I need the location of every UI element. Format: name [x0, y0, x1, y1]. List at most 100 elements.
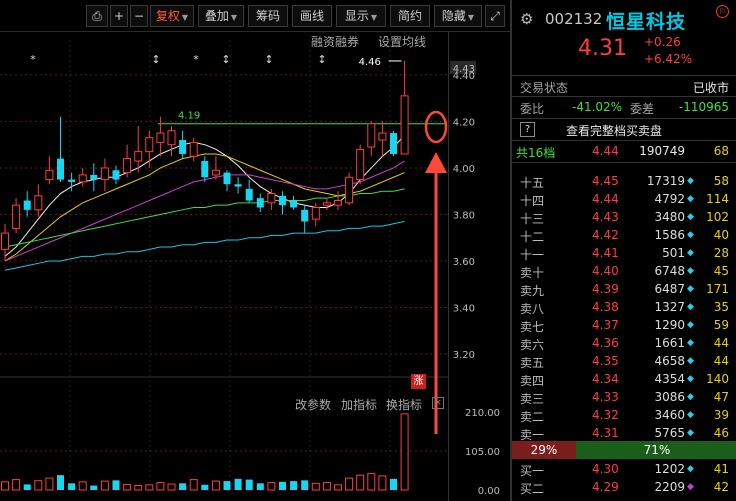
sell-level-row[interactable]: 十三 4.43 3480 ◆ 102: [512, 208, 736, 226]
overlay-dropdown[interactable]: 叠加 ▼: [198, 5, 244, 27]
level-price: 4.41: [592, 246, 619, 260]
view-full-book-row[interactable]: ? 查看完整档买卖盘: [512, 119, 736, 141]
chevron-down-icon: ▼: [230, 13, 238, 22]
volume-bar: [345, 477, 354, 491]
level-volume: 501: [662, 246, 685, 260]
sell-level-row[interactable]: 卖九 4.39 6487 ◆ 171: [512, 280, 736, 298]
settings-icon[interactable]: ⚙: [520, 10, 533, 28]
hide-dropdown[interactable]: 隐藏 ▼: [434, 5, 482, 27]
limit-up-tag: 涨: [411, 374, 426, 389]
high-price-marker: 4.46: [359, 57, 381, 68]
volume-bar: [279, 481, 286, 490]
volume-bar: [68, 483, 76, 490]
candle-body: [367, 123, 376, 148]
margin-link[interactable]: 融资融券: [311, 33, 359, 50]
hide-label: 隐藏: [441, 9, 466, 23]
sell-level-row[interactable]: 卖二 4.32 3460 ◆ 39: [512, 406, 736, 424]
level-label: 买一: [520, 464, 545, 478]
current-price: 4.31: [578, 36, 627, 61]
sell-level-row[interactable]: 十二 4.42 1586 ◆ 40: [512, 226, 736, 244]
kline-chart-svg: 4.194.46* ↕ * ↕ ↕ ↕4.434.404.204.003.803.603.…: [0, 40, 500, 497]
add-indicator-link[interactable]: 加指标: [341, 396, 377, 413]
level-count: 44: [713, 354, 729, 368]
trade-status-label: 交易状态: [520, 81, 569, 95]
draw-label: 画线: [299, 9, 324, 23]
level-label: 十四: [520, 194, 545, 208]
candle-body: [1, 232, 9, 250]
level-label: 十一: [520, 248, 545, 262]
candle-body: [256, 198, 264, 208]
sell-level-row[interactable]: 卖六 4.36 1661 ◆ 44: [512, 334, 736, 352]
reference-line-label: 4.19: [178, 111, 200, 122]
level-count: 171: [706, 282, 729, 296]
buy-level-row[interactable]: 买二 4.29 2209 ◆ 42: [512, 478, 736, 496]
volume-bar: [267, 482, 276, 491]
price-axis-label: 3.80: [453, 210, 475, 221]
level-volume: 4354: [654, 372, 685, 386]
candle-body: [112, 170, 120, 180]
sell-level-row[interactable]: 卖一 4.31 5765 ◆ 46: [512, 424, 736, 442]
kline-chart[interactable]: 4.19 4.46 * ↕ * ↕ ↕ ↕ 4.43 4.40 4.20 4.00 3.80 3.60 3.…: [0, 32, 510, 501]
volume-bar: [57, 475, 64, 490]
zoom-in-icon[interactable]: +: [110, 5, 128, 27]
candle-body: [356, 148, 365, 181]
level-count: 40: [713, 228, 729, 242]
level-label: 卖八: [520, 302, 545, 316]
level-label: 卖四: [520, 374, 545, 388]
level-label: 卖二: [520, 410, 545, 424]
volume-bar: [1, 481, 9, 491]
price-axis-label: 4.40: [453, 71, 475, 82]
sell-level-row[interactable]: 十五 4.45 17319 ◆ 58: [512, 172, 736, 190]
fq-dropdown[interactable]: 复权 ▼: [150, 5, 194, 27]
diamond-icon: ◆: [687, 410, 694, 420]
sell-level-row[interactable]: 十四 4.44 4792 ◆ 114: [512, 190, 736, 208]
event-marker: *: [193, 53, 199, 66]
volume-bar: [145, 484, 154, 491]
level-count: 59: [713, 318, 729, 332]
sell-level-row[interactable]: 卖十 4.40 6748 ◆ 45: [512, 262, 736, 280]
params-link[interactable]: 改参数: [295, 396, 331, 413]
chips-button[interactable]: 筹码: [248, 5, 288, 27]
quote-panel: ⚙ 002132 恒星科技 ⚐ 4.31 +0.26 +6.42% 交易状态 已…: [510, 0, 736, 501]
simple-label: 简约: [397, 9, 422, 23]
draw-line-button[interactable]: 画线: [292, 5, 332, 27]
lock-icon[interactable]: ⎙: [86, 5, 108, 27]
diamond-icon: ◆: [687, 374, 694, 384]
price-change-pct: +6.42%: [644, 52, 693, 66]
sell-level-row[interactable]: 卖八 4.38 1327 ◆ 35: [512, 298, 736, 316]
sell-level-row[interactable]: 卖四 4.34 4354 ◆ 140: [512, 370, 736, 388]
display-dropdown[interactable]: 显示 ▼: [336, 5, 386, 27]
ma-settings-link[interactable]: 设置均线: [378, 33, 426, 50]
question-icon[interactable]: ?: [520, 122, 535, 137]
level-volume: 1586: [654, 228, 685, 242]
level-count: 41: [713, 462, 729, 476]
volume-axis-label: 105.00: [465, 447, 500, 458]
candle-body: [279, 195, 286, 206]
expand-icon[interactable]: ⤢: [485, 5, 505, 27]
level-count: 45: [713, 264, 729, 278]
switch-indicator-link[interactable]: 换指标: [386, 396, 422, 413]
event-marker: *: [30, 53, 36, 66]
sell-level-row[interactable]: 卖七 4.37 1290 ◆ 59: [512, 316, 736, 334]
level-volume: 17319: [646, 174, 685, 188]
view-full-book-link[interactable]: 查看完整档买卖盘: [566, 122, 662, 139]
sell-level-row[interactable]: 十一 4.41 501 ◆ 28: [512, 244, 736, 262]
buy-level-row[interactable]: 买一 4.30 1202 ◆ 41: [512, 460, 736, 478]
zoom-out-icon[interactable]: −: [130, 5, 148, 27]
level-count: 102: [706, 210, 729, 224]
close-icon[interactable]: ×: [432, 397, 444, 409]
candle-body: [390, 133, 397, 154]
level-price: 4.33: [592, 390, 619, 404]
sell-level-row[interactable]: 卖五 4.35 4658 ◆ 44: [512, 352, 736, 370]
simple-button[interactable]: 简约: [390, 5, 430, 27]
volume-bar: [134, 485, 143, 491]
sell-level-row[interactable]: 卖三 4.33 3086 ◆ 47: [512, 388, 736, 406]
volume-bar: [400, 413, 409, 491]
level-volume: 3480: [654, 210, 685, 224]
candle-body: [267, 193, 276, 204]
level-label: 卖七: [520, 320, 545, 334]
annotation-circle: [424, 110, 448, 144]
volume-bar: [112, 480, 120, 490]
diamond-icon: ◆: [687, 248, 694, 258]
candle-body: [322, 202, 331, 206]
